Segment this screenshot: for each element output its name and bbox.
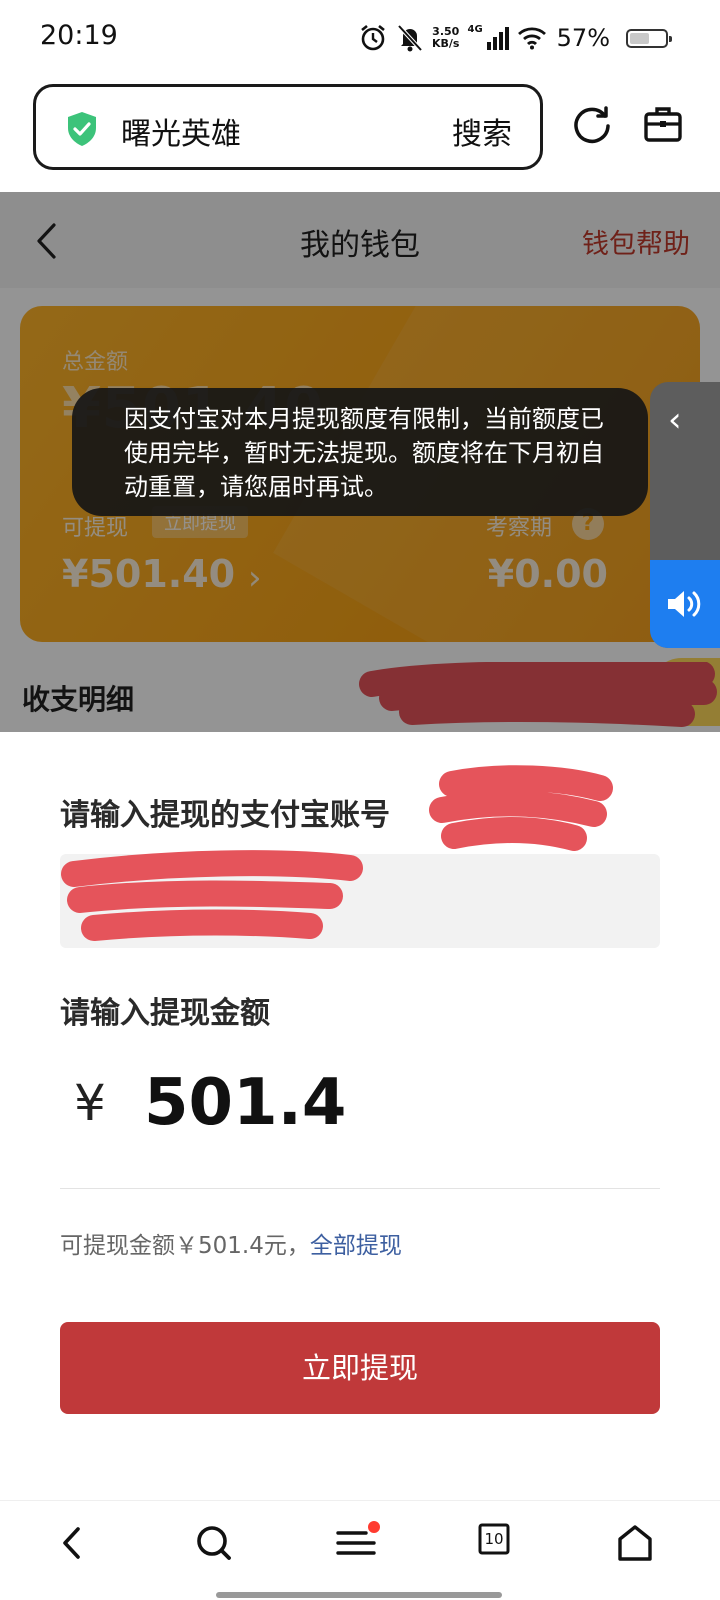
refresh-icon[interactable] <box>572 104 612 146</box>
network-type: 4G <box>467 24 483 35</box>
withdraw-all-link[interactable]: 全部提现 <box>310 1233 402 1259</box>
browser-nav-bar: 10 <box>0 1500 720 1600</box>
mute-bell-icon <box>397 24 423 52</box>
tab-count: 10 <box>484 1530 504 1548</box>
withdraw-sheet: 请输入提现的支付宝账号 请输入提现金额 ¥ 501.4 可提现金额￥501.4元… <box>0 732 720 1600</box>
speaker-icon <box>668 591 701 617</box>
status-icons: 3.50 KB/s 4G 57% <box>358 20 672 56</box>
url-text[interactable]: 曙光英雄 <box>121 109 241 153</box>
signal-icon <box>486 27 509 50</box>
status-bar: 20:19 3.50 KB/s 4G 57% <box>0 0 720 76</box>
tabs-icon[interactable]: 10 <box>478 1523 510 1555</box>
battery-percent: 57% <box>556 24 610 52</box>
speaker-button[interactable] <box>650 560 720 648</box>
notification-dot <box>368 1521 380 1533</box>
amount-label: 请输入提现金额 <box>60 996 270 1031</box>
shield-check-icon <box>68 112 96 146</box>
battery-level <box>630 32 650 44</box>
withdraw-now-button[interactable]: 立即提现 <box>60 1322 660 1414</box>
redaction-scribble <box>61 850 363 941</box>
floating-side-panel[interactable]: ‹ <box>650 382 720 648</box>
divider <box>60 1188 660 1189</box>
battery-icon <box>626 28 672 48</box>
alarm-icon <box>361 24 385 51</box>
alipay-account-label: 请输入提现的支付宝账号 <box>60 798 390 833</box>
home-icon[interactable] <box>616 1523 654 1563</box>
clock: 20:19 <box>40 20 118 51</box>
search-icon[interactable] <box>194 1523 234 1563</box>
network-speed: 3.50 KB/s <box>432 25 460 50</box>
available-amount-text: 可提现金额￥501.4元， <box>60 1233 310 1259</box>
toast-message: 因支付宝对本月提现额度有限制，当前额度已使用完毕，暂时无法提现。额度将在下月初自… <box>72 388 648 516</box>
address-bar[interactable]: 曙光英雄 搜索 <box>33 84 543 170</box>
home-indicator[interactable] <box>216 1592 502 1598</box>
currency-symbol: ¥ <box>74 1074 106 1132</box>
amount-input[interactable]: 501.4 <box>144 1066 346 1140</box>
search-button[interactable]: 搜索 <box>452 109 512 153</box>
toolbox-icon[interactable] <box>643 104 683 144</box>
redaction-scribble <box>429 765 613 851</box>
browser-toolbar: 曙光英雄 搜索 <box>0 76 720 192</box>
chevron-left-icon[interactable]: ‹ <box>668 400 682 440</box>
back-icon[interactable] <box>58 1523 84 1563</box>
available-amount-line: 可提现金额￥501.4元，全部提现 <box>60 1226 402 1260</box>
wifi-icon <box>517 27 546 50</box>
